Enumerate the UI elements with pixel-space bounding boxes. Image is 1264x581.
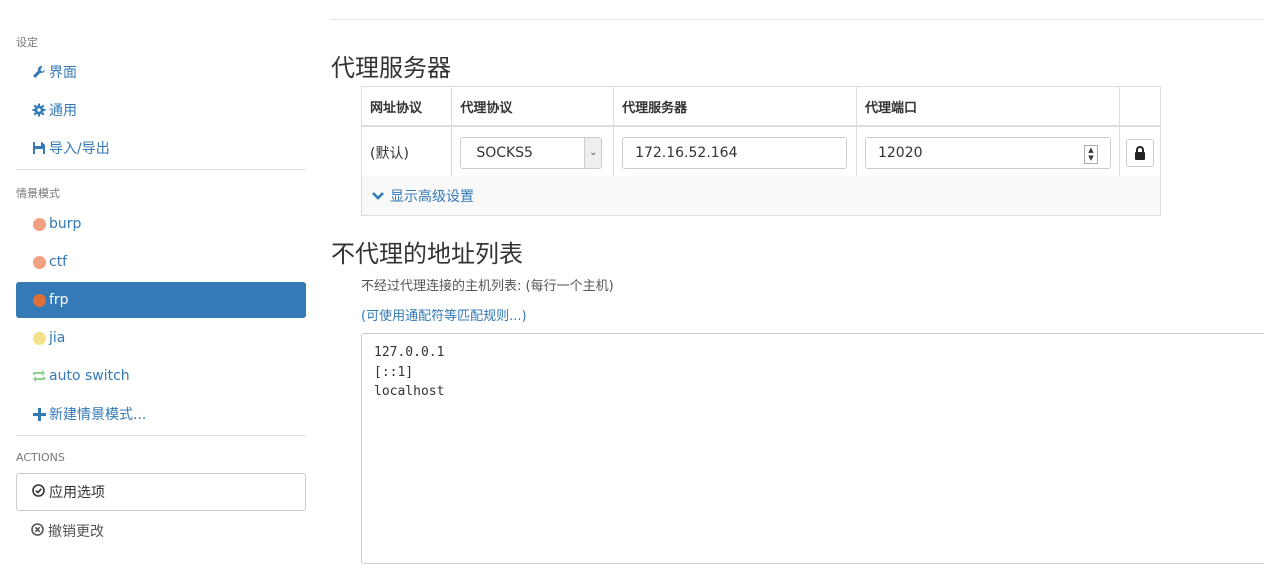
advanced-settings-toggle[interactable]: 显示高级设置: [361, 176, 1161, 216]
sidebar-item-general[interactable]: 通用: [16, 92, 306, 128]
top-rule: [331, 19, 1264, 20]
discard-changes-button[interactable]: 撤销更改: [16, 516, 321, 546]
sidebar-item-import-export[interactable]: 导入/导出: [16, 130, 306, 166]
profiles-header: 情景模式: [16, 187, 60, 200]
sidebar-item-interface[interactable]: 界面: [16, 54, 306, 90]
auth-cell: [1118, 125, 1162, 179]
server-cell: 172.16.52.164: [613, 125, 857, 179]
close-circle-icon: [31, 522, 44, 540]
bypass-description: 不经过代理连接的主机列表: (每行一个主机): [361, 279, 614, 294]
actions-header: ACTIONS: [16, 451, 65, 464]
chevron-down-icon: [372, 191, 384, 201]
sidebar-item-label: burp: [49, 216, 82, 232]
sidebar-divider: [16, 169, 306, 170]
chevron-down-icon: ⌄: [584, 137, 602, 168]
header-protocol: 代理协议: [451, 86, 615, 127]
header-scheme: 网址协议: [360, 86, 453, 127]
globe-icon: [30, 217, 48, 231]
sidebar-item-label: jia: [49, 330, 66, 346]
apply-options-label: 应用选项: [49, 485, 105, 501]
sidebar-divider: [16, 435, 306, 436]
new-profile-button[interactable]: 新建情景模式...: [16, 396, 306, 432]
refresh-icon: [30, 369, 48, 383]
new-profile-label: 新建情景模式...: [49, 407, 147, 423]
check-circle-icon: [32, 483, 45, 501]
wrench-icon: [30, 65, 48, 79]
sidebar-item-auto-switch[interactable]: auto switch: [16, 358, 306, 394]
table-row: (默认) SOCKS5 ⌄ 172.16.52.164 12020 ▲ ▼: [360, 125, 1162, 179]
sidebar-item-jia[interactable]: jia: [16, 320, 306, 356]
bypass-entry: [::1]: [374, 364, 414, 380]
bypass-list-title: 不代理的地址列表: [331, 240, 523, 268]
advanced-settings-label: 显示高级设置: [390, 188, 474, 205]
header-server: 代理服务器: [613, 86, 857, 127]
sidebar-item-frp[interactable]: frp: [16, 282, 306, 318]
spin-up-icon[interactable]: ▲: [1088, 146, 1093, 154]
sidebar-item-label: ctf: [49, 254, 68, 270]
bypass-list-textarea[interactable]: 127.0.0.1 [::1] localhost: [361, 333, 1264, 564]
bypass-entry: 127.0.0.1: [374, 345, 445, 360]
sidebar-item-label: 界面: [49, 65, 77, 81]
sidebar-item-label: 通用: [49, 103, 77, 119]
spin-down-icon[interactable]: ▼: [1088, 154, 1093, 162]
sidebar-item-burp[interactable]: burp: [16, 206, 306, 242]
plus-icon: [30, 407, 48, 421]
lock-icon: [1134, 145, 1145, 160]
globe-icon: [30, 331, 48, 345]
protocol-select-value: SOCKS5: [476, 144, 533, 161]
protocol-select[interactable]: SOCKS5 ⌄: [460, 136, 603, 169]
apply-options-button[interactable]: 应用选项: [16, 473, 306, 511]
bypass-rules-link[interactable]: (可使用通配符等匹配规则...): [361, 305, 527, 324]
sidebar-item-label: frp: [49, 292, 69, 308]
globe-icon: [30, 293, 48, 307]
sidebar: 设定 界面 通用 导入/导出 情景模式 burp ctf frp jia aut…: [0, 0, 322, 581]
protocol-cell: SOCKS5 ⌄: [451, 125, 615, 179]
proxy-server-value: 172.16.52.164: [635, 144, 738, 161]
proxy-server-input[interactable]: 172.16.52.164: [622, 136, 848, 169]
proxy-table: 网址协议 代理协议 代理服务器 代理端口 (默认) SOCKS5 ⌄ 172.1…: [360, 86, 1162, 179]
sidebar-item-label: auto switch: [49, 368, 130, 384]
port-spinner[interactable]: ▲ ▼: [1083, 144, 1098, 164]
scheme-cell: (默认): [360, 125, 453, 179]
proxy-port-input[interactable]: 12020 ▲ ▼: [864, 136, 1111, 169]
header-empty: [1118, 86, 1162, 127]
auth-lock-button[interactable]: [1125, 138, 1154, 167]
floppy-icon: [30, 141, 48, 155]
proxy-port-value: 12020: [877, 144, 923, 161]
table-header-row: 网址协议 代理协议 代理服务器 代理端口: [360, 86, 1162, 127]
bypass-entry: localhost: [374, 384, 445, 399]
gear-icon: [30, 103, 48, 117]
settings-header: 设定: [16, 36, 38, 49]
sidebar-item-label: 导入/导出: [49, 141, 110, 157]
globe-icon: [30, 255, 48, 269]
sidebar-item-ctf[interactable]: ctf: [16, 244, 306, 280]
port-cell: 12020 ▲ ▼: [855, 125, 1120, 179]
header-port: 代理端口: [855, 86, 1120, 127]
discard-changes-label: 撤销更改: [48, 524, 104, 540]
proxy-server-title: 代理服务器: [331, 54, 451, 82]
